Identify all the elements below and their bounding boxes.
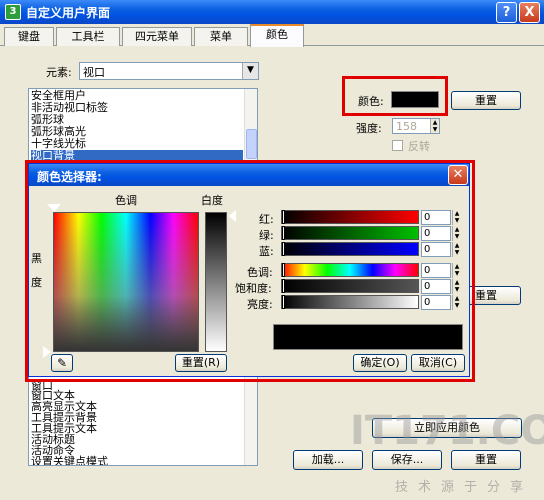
element-value: 视口 <box>83 66 105 79</box>
window-title-bar[interactable]: 3 自定义用户界面 ? X <box>0 0 544 24</box>
window-title: 自定义用户界面 <box>26 6 111 20</box>
tab-quad-menus[interactable]: 四元菜单 <box>122 27 192 46</box>
app-icon: 3 <box>5 4 21 20</box>
tab-toolbars[interactable]: 工具栏 <box>56 27 120 46</box>
intensity-value: 158 <box>396 120 417 133</box>
chevron-down-icon[interactable]: ▼ <box>242 63 258 79</box>
tab-menus[interactable]: 菜单 <box>194 27 248 46</box>
list-item[interactable]: 设置关键点模式 <box>31 456 108 466</box>
spinner-arrows-icon[interactable]: ▲ ▼ <box>430 119 439 133</box>
element-label: 元素: <box>46 66 72 79</box>
color-label: 颜色: <box>358 95 384 108</box>
help-button[interactable]: ? <box>496 2 517 23</box>
dialog-highlight-box <box>25 160 475 382</box>
element-dropdown[interactable]: 视口 ▼ <box>79 62 259 80</box>
invert-label: 反转 <box>408 140 430 153</box>
scrollbar-thumb[interactable] <box>246 129 257 159</box>
tab-colors[interactable]: 颜色 <box>250 24 304 47</box>
intensity-spinner[interactable]: 158 ▲ ▼ <box>392 118 440 134</box>
color-reset-button[interactable]: 重置 <box>451 91 521 110</box>
watermark-subtitle: 技术源于分享 <box>395 480 534 495</box>
tab-keyboard[interactable]: 键盘 <box>4 27 54 46</box>
close-button[interactable]: X <box>519 2 540 23</box>
color-swatch[interactable] <box>391 91 439 108</box>
intensity-label: 强度: <box>356 122 382 135</box>
invert-checkbox[interactable] <box>392 140 403 151</box>
watermark: IT171.COM <box>350 408 544 454</box>
